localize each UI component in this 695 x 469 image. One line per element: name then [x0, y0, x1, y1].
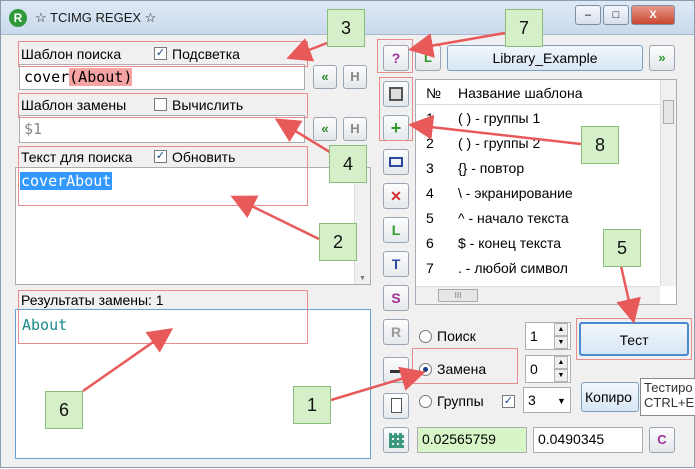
- arrow-8: [408, 114, 582, 146]
- callout-6: 6: [45, 391, 83, 429]
- callout-1: 1: [293, 386, 331, 424]
- arrow-1: [330, 366, 426, 402]
- callout-4: 4: [329, 145, 367, 183]
- arrow-4: [274, 118, 334, 156]
- callout-7: 7: [505, 9, 543, 47]
- arrow-6: [82, 328, 174, 393]
- callout-3: 3: [327, 9, 365, 47]
- callout-2: 2: [319, 223, 357, 261]
- arrow-5: [616, 265, 641, 324]
- callout-5: 5: [603, 229, 641, 267]
- arrow-3: [286, 38, 328, 62]
- arrow-7: [408, 31, 506, 58]
- arrow-2: [230, 195, 320, 241]
- app-window: R ☆ TCIMG REGEX ☆ – □ X Шаблон поиска ✓ …: [0, 0, 695, 468]
- callout-8: 8: [581, 126, 619, 164]
